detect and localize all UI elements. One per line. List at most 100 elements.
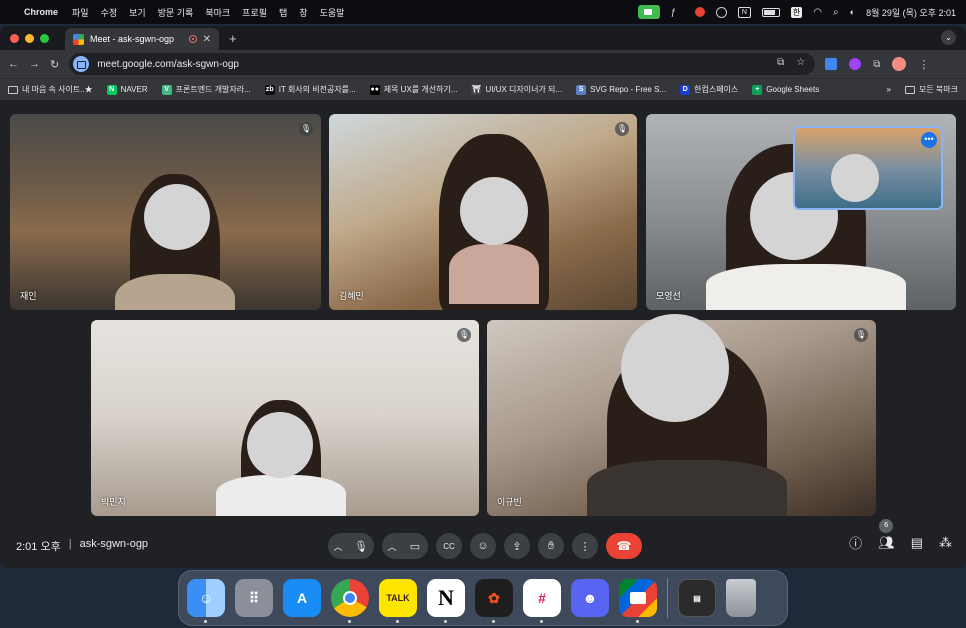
participant-body (449, 244, 539, 304)
url-text[interactable]: meet.google.com/ask-sgwn-ogp (97, 59, 239, 70)
muted-mic-icon: 🎙︎ (854, 328, 868, 342)
self-view-tile[interactable]: ••• (793, 126, 943, 210)
audio-settings-caret-icon[interactable]: ︿ (328, 540, 348, 553)
participant-tile[interactable]: 🎙︎ 이규빈 (487, 314, 876, 516)
vue-icon: V (161, 84, 172, 95)
hancom-icon: D (680, 84, 691, 95)
menu-view[interactable]: 보기 (129, 6, 146, 19)
activities-icon[interactable]: ⁂ (939, 535, 952, 551)
notion-window-thumbnail-icon[interactable]: ▤ (678, 579, 716, 617)
open-in-app-icon[interactable]: ⧉ (777, 57, 784, 68)
menu-bookmarks[interactable]: 북마크 (205, 6, 230, 19)
slack-icon[interactable]: # (523, 579, 561, 623)
all-bookmarks[interactable]: 모든 북마크 (904, 84, 958, 95)
participant-tile[interactable]: 🎙︎ 박민지 (91, 320, 479, 516)
search-icon[interactable]: ⌕ (833, 7, 839, 18)
google-meet-icon[interactable] (619, 579, 657, 623)
menu-help[interactable]: 도움말 (320, 6, 345, 19)
bookmark-item[interactable]: V 프론트엔드 개발자라... (161, 84, 251, 95)
menu-file[interactable]: 파일 (72, 6, 89, 19)
mic-button[interactable]: 🎙︎ (348, 533, 374, 559)
menu-edit[interactable]: 수정 (101, 6, 118, 19)
address-bar[interactable]: meet.google.com/ask-sgwn-ogp ⧉ ☆ (69, 53, 816, 75)
bookmark-item[interactable]: ●● 제목 UX를 개선하기... (369, 84, 457, 95)
chat-icon[interactable]: ▤ (911, 535, 923, 551)
bookmark-item[interactable]: zb IT 회사의 비전공자를... (264, 84, 356, 95)
bookmark-item[interactable]: + Google Sheets (752, 84, 819, 95)
gate-icon: ⛩ (471, 84, 482, 95)
captions-button[interactable]: CC (436, 533, 462, 559)
kakaotalk-icon[interactable]: TALK (379, 579, 417, 623)
meeting-details-icon[interactable]: ⓘ (849, 533, 862, 552)
people-button[interactable]: 6 👥︎ (878, 518, 895, 551)
bookmark-item[interactable]: ⛩ UI/UX 디자이너가 되... (471, 84, 562, 95)
bookmark-star-icon[interactable]: ☆ (796, 57, 805, 68)
close-window-button[interactable] (10, 33, 19, 43)
app-store-icon[interactable]: A (283, 579, 321, 617)
launchpad-icon[interactable]: ⠿ (235, 579, 273, 617)
datetime[interactable]: 8월 29일 (목) 오후 2:01 (866, 6, 956, 19)
reload-icon[interactable]: ↻ (50, 58, 59, 71)
menu-history[interactable]: 방문 기록 (158, 6, 194, 19)
new-tab-button[interactable]: + (229, 31, 237, 46)
more-options-button[interactable]: ⋮ (572, 533, 598, 559)
forward-icon[interactable]: → (29, 58, 40, 70)
camera-in-use-icon[interactable] (637, 5, 660, 19)
wifi-icon[interactable]: ◠ (813, 7, 822, 18)
present-screen-button[interactable]: ⇪ (504, 533, 530, 559)
record-icon[interactable] (694, 7, 705, 17)
raise-hand-button[interactable]: ✋︎ (538, 533, 564, 559)
bookmark-label: UI/UX 디자이너가 되... (485, 85, 563, 94)
participant-name: 이규빈 (497, 497, 522, 507)
tab-title: Meet - ask-sgwn-ogp (90, 34, 175, 44)
more-bookmarks-icon[interactable]: » (887, 85, 891, 94)
trash-icon[interactable] (726, 579, 756, 617)
bookmark-item[interactable]: S SVG Repo - Free S... (576, 84, 667, 95)
input-source-icon[interactable]: 한 (790, 6, 803, 18)
bookmark-label: SVG Repo - Free S... (590, 85, 667, 94)
menu-tab[interactable]: 탭 (279, 6, 287, 19)
meeting-code: ask-sgwn-ogp (79, 538, 149, 550)
menu-profile[interactable]: 프로필 (242, 6, 267, 19)
extensions-puzzle-icon[interactable]: ⧉ (873, 59, 880, 70)
video-settings-caret-icon[interactable]: ︿ (382, 540, 402, 553)
notion-menu-icon[interactable]: N (737, 6, 751, 18)
menu-window[interactable]: 창 (299, 6, 307, 19)
chrome-menu-icon[interactable]: ⋮ (918, 58, 929, 71)
close-tab-icon[interactable]: ✕ (203, 34, 211, 45)
tab-meet[interactable]: Meet - ask-sgwn-ogp ✕ (65, 28, 219, 50)
profile-avatar[interactable] (892, 57, 907, 71)
chrome-icon[interactable] (331, 579, 369, 623)
site-info-icon[interactable] (73, 56, 90, 72)
participant-tile[interactable]: 🎙︎ 재인 (10, 114, 321, 310)
people-icon: 👥︎ (878, 534, 895, 550)
side-controls: ⓘ 6 👥︎ ▤ ⁂ (849, 518, 952, 552)
tab-search-button[interactable]: ⌄ (941, 30, 956, 45)
focus-icon[interactable] (715, 6, 727, 18)
extension-icon[interactable] (849, 58, 862, 70)
bookmark-item[interactable]: 내 마음 속 사이트..★ (8, 84, 93, 95)
control-center-icon[interactable]: ◐ (850, 7, 855, 17)
finder-icon[interactable]: ☺ (187, 579, 225, 623)
more-options-icon[interactable]: ••• (921, 132, 937, 148)
svgrepo-icon: S (576, 84, 587, 95)
participant-tile[interactable]: 🎙︎ 김혜민 (329, 114, 637, 310)
status-icon[interactable]: ƒ (671, 7, 684, 18)
battery-icon[interactable] (761, 7, 780, 17)
bookmark-item[interactable]: D 한컴스페이스 (680, 84, 738, 95)
notion-icon[interactable]: N (427, 579, 465, 623)
mic-control: ︿ 🎙︎ (328, 533, 374, 559)
app-name[interactable]: Chrome (24, 7, 58, 17)
download-extension-icon[interactable] (825, 58, 838, 70)
folder-icon (8, 85, 18, 94)
emoji-button[interactable]: ☺ (470, 533, 496, 559)
zoom-window-button[interactable] (40, 33, 49, 43)
minimize-window-button[interactable] (25, 33, 34, 43)
browser-toolbar: ← → ↻ meet.google.com/ask-sgwn-ogp ⧉ ☆ ⧉… (0, 50, 966, 78)
figma-icon[interactable]: ✿ (475, 579, 513, 623)
camera-button[interactable]: ▭ (402, 533, 428, 559)
back-icon[interactable]: ← (8, 58, 19, 70)
bookmark-item[interactable]: N NAVER (106, 84, 148, 95)
end-call-button[interactable]: ☎︎ (606, 533, 642, 559)
discord-icon[interactable]: ☻ (571, 579, 609, 617)
